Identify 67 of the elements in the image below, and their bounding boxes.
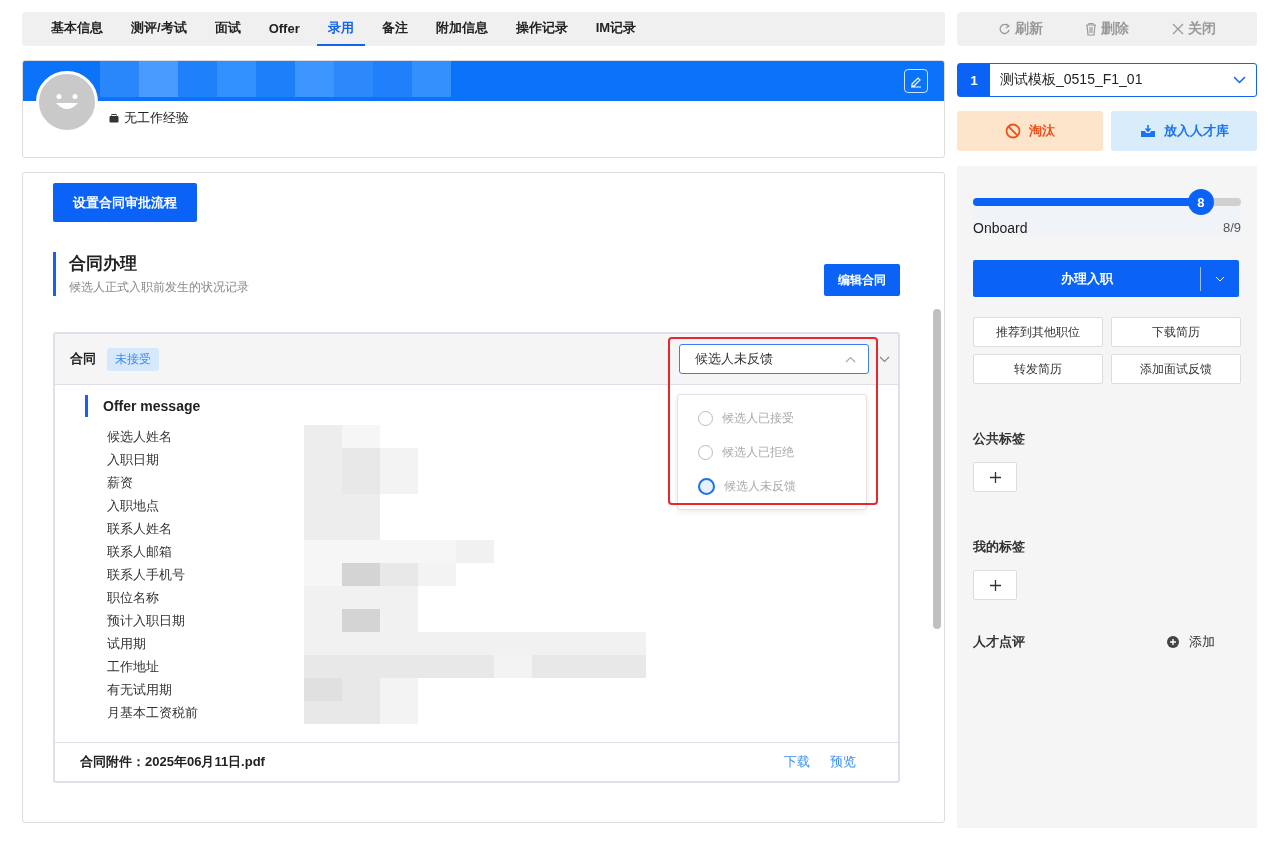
trash-icon <box>1084 22 1099 36</box>
inbox-tray-icon <box>1139 124 1156 138</box>
edit-button[interactable] <box>904 69 928 93</box>
close-icon <box>1171 22 1186 36</box>
add-tag-button[interactable] <box>973 570 1017 600</box>
tab[interactable]: 录用 <box>316 12 365 46</box>
chevron-down-icon <box>1233 76 1246 84</box>
field-label: 联系人姓名 <box>106 519 173 538</box>
attachment-link[interactable]: 下载 <box>784 753 810 771</box>
talent-pool-button[interactable]: 放入人才库 <box>1111 111 1257 151</box>
field-label: 试用期 <box>106 634 147 653</box>
tag-group-title: 我的标签 <box>973 538 1026 556</box>
action-button[interactable]: 下载简历 <box>1111 317 1241 347</box>
template-name: 测试模板_0515_F1_01 <box>999 71 1144 89</box>
field-label: 入职地点 <box>106 496 160 515</box>
approval-flow-button[interactable]: 设置合同审批流程 <box>53 183 197 222</box>
tab[interactable]: 测评/考试 <box>120 12 198 46</box>
field-label: 预计入职日期 <box>106 611 186 630</box>
tab[interactable]: 附加信息 <box>424 12 499 46</box>
tag-group-title: 公共标签 <box>973 430 1026 448</box>
stage-count: 8/9 <box>1222 220 1241 236</box>
radio-button[interactable] <box>698 477 715 495</box>
action-button[interactable]: 推荐到其他职位 <box>973 317 1103 347</box>
action-button[interactable]: 添加面试反馈 <box>1111 354 1241 384</box>
tab[interactable]: IM记录 <box>584 12 648 46</box>
tab[interactable]: 备注 <box>370 12 419 46</box>
tab[interactable]: Offer <box>257 12 311 46</box>
section-title: 合同办理 <box>69 253 138 275</box>
edit-contract-button[interactable]: 编辑合同 <box>824 264 900 296</box>
refresh-icon <box>997 22 1012 36</box>
tab[interactable]: 面试 <box>203 12 252 46</box>
step-marker[interactable]: 8 <box>1187 189 1214 215</box>
plus-icon <box>989 579 1001 591</box>
field-label: 入职日期 <box>106 450 160 469</box>
experience-text: 无工作经验 <box>124 109 189 127</box>
field-label: 有无试用期 <box>106 680 173 699</box>
chevron-down-icon[interactable] <box>879 355 890 363</box>
field-label: 薪资 <box>106 473 134 492</box>
status-badge: 未接受 <box>107 347 159 371</box>
template-select[interactable]: 1 测试模板_0515_F1_01 <box>957 63 1257 97</box>
action-button[interactable]: 转发简历 <box>973 354 1103 384</box>
onboard-action[interactable]: 办理入职 <box>973 260 1200 297</box>
attachment-name: 合同附件：2025年06月11日.pdf <box>80 753 265 771</box>
field-label: 月基本工资税前 <box>106 703 199 722</box>
template-index: 1 <box>958 64 990 96</box>
briefcase-icon <box>109 113 119 123</box>
plus-circle-icon <box>1167 636 1179 648</box>
tab[interactable]: 操作记录 <box>504 12 579 46</box>
plus-icon <box>989 471 1001 483</box>
scrollbar[interactable] <box>933 309 941 629</box>
ban-icon <box>1005 123 1021 139</box>
section-subtitle: 候选人正式入职前发生的状况记录 <box>69 279 249 296</box>
contract-title: 合同 <box>70 350 96 368</box>
field-label: 候选人姓名 <box>106 427 173 446</box>
tab[interactable]: 基本信息 <box>40 12 114 46</box>
chevron-down-icon <box>1215 275 1225 282</box>
field-label: 联系人邮箱 <box>106 542 173 561</box>
add-review-button[interactable]: 添加 <box>1161 632 1221 652</box>
face-icon <box>56 93 78 111</box>
stage-name: Onboard <box>973 220 1028 236</box>
field-label: 联系人手机号 <box>106 565 186 584</box>
add-tag-button[interactable] <box>973 462 1017 492</box>
review-title: 人才点评 <box>973 633 1026 651</box>
chevron-up-icon <box>845 355 856 363</box>
field-label: 工作地址 <box>106 657 160 676</box>
field-label: 职位名称 <box>106 588 160 607</box>
status-select[interactable]: 候选人未反馈 <box>679 344 869 374</box>
